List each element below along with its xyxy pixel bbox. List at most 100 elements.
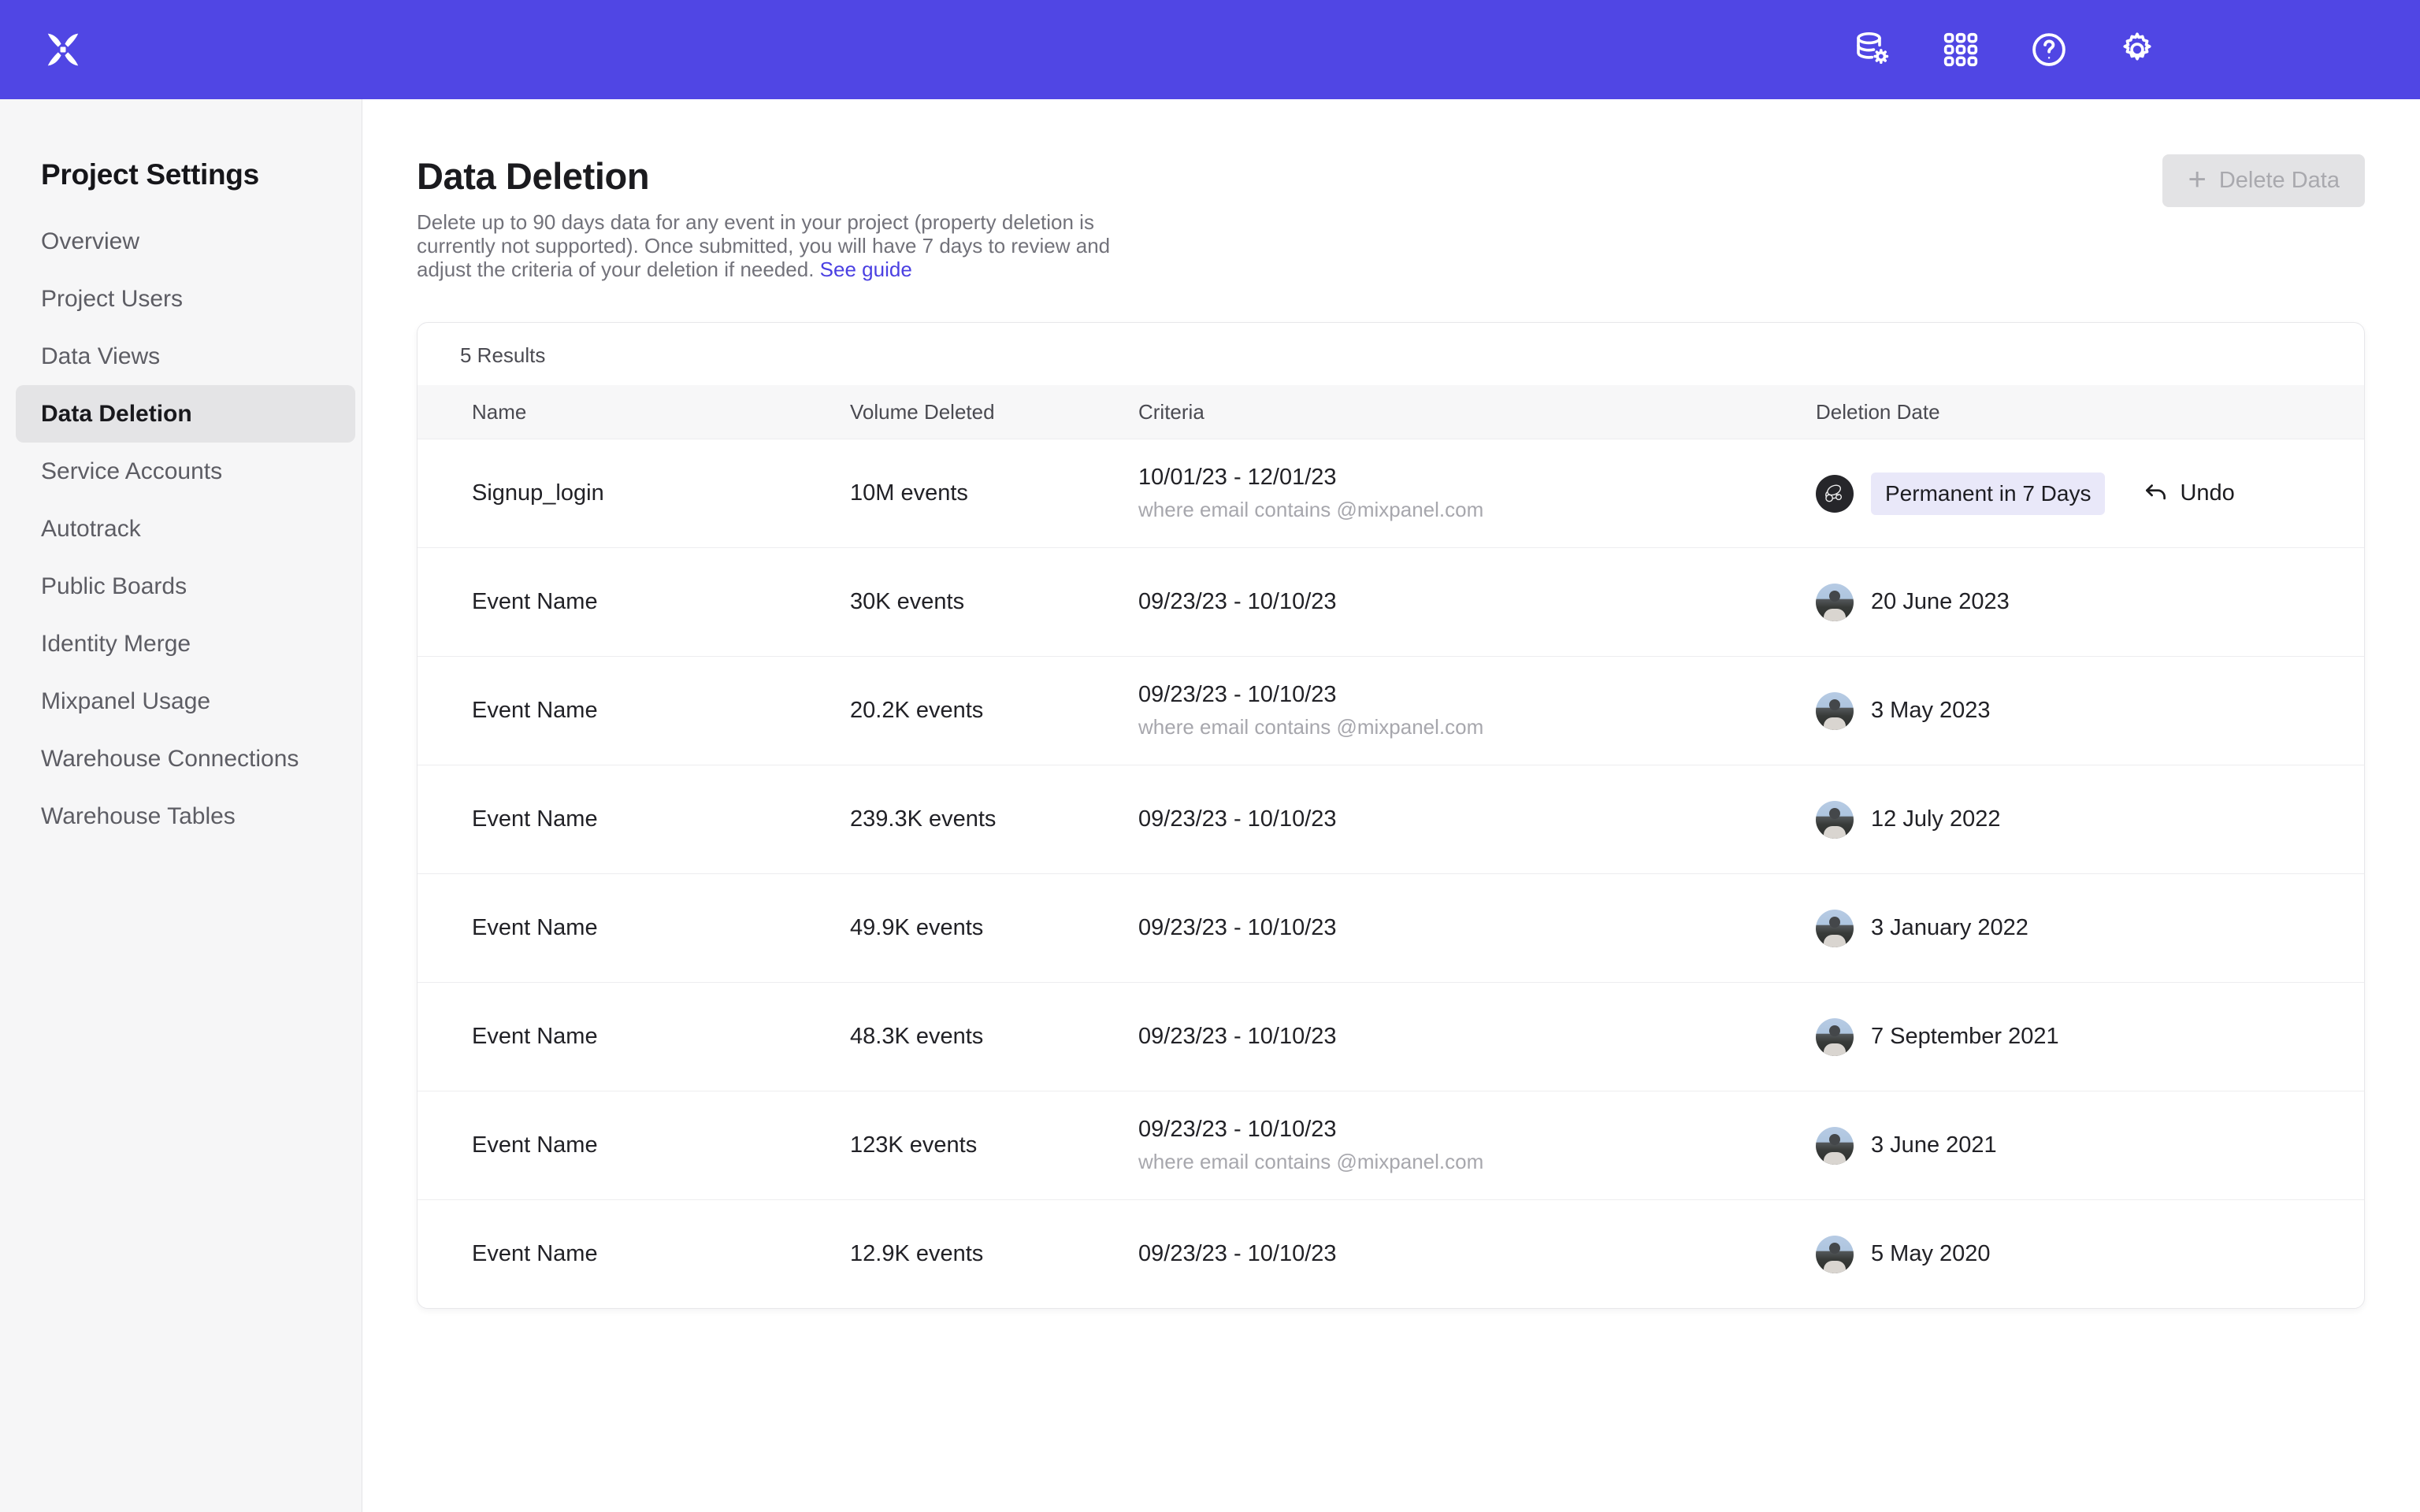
column-header-volume-deleted: Volume Deleted [850,400,1138,424]
sidebar-item-label: Service Accounts [41,458,222,485]
sidebar: Project Settings Overview Project Users … [0,99,362,1512]
page-title: Data Deletion [417,154,2365,198]
delete-data-button[interactable]: + Delete Data [2162,154,2365,207]
row-name: Event Name [472,589,850,615]
row-criteria-filter: where email contains @mixpanel.com [1138,1150,1816,1174]
column-header-name: Name [472,400,850,424]
row-deletion-date-cell: 3 January 2022 [1816,910,2364,947]
row-criteria-range: 09/23/23 - 10/10/23 [1138,915,1816,941]
row-name: Event Name [472,1241,850,1267]
results-count: 5 Results [418,323,2364,385]
description-line: Delete up to 90 days data for any event … [417,210,2365,234]
row-volume-deleted: 49.9K events [850,915,1138,941]
sidebar-item-label: Identity Merge [41,631,191,658]
row-name: Event Name [472,1024,850,1050]
sidebar-nav: Overview Project Users Data Views Data D… [0,213,362,845]
sidebar-item-data-views[interactable]: Data Views [16,328,355,385]
table-row: Event Name 48.3K events 09/23/23 - 10/10… [418,982,2364,1091]
row-criteria: 10/01/23 - 12/01/23 where email contains… [1138,465,1816,522]
sidebar-item-public-boards[interactable]: Public Boards [16,558,355,615]
row-criteria-range: 09/23/23 - 10/10/23 [1138,1024,1816,1050]
table-header-row: Name Volume Deleted Criteria Deletion Da… [418,385,2364,439]
sidebar-title: Project Settings [41,158,362,191]
help-icon[interactable] [2026,27,2072,72]
row-criteria: 09/23/23 - 10/10/23 [1138,806,1816,832]
row-volume-deleted: 30K events [850,589,1138,615]
apps-grid-icon[interactable] [1938,27,1984,72]
row-criteria-range: 09/23/23 - 10/10/23 [1138,589,1816,615]
deletion-table-card: 5 Results Name Volume Deleted Criteria D… [417,322,2365,1309]
doodle-avatar-art [1817,476,1852,511]
plus-icon: + [2188,164,2206,195]
sidebar-item-autotrack[interactable]: Autotrack [16,500,355,558]
row-deletion-date-cell: 7 September 2021 [1816,1018,2364,1056]
settings-icon[interactable] [2114,27,2160,72]
description-line: currently not supported). Once submitted… [417,234,2365,258]
user-avatar [1816,801,1854,839]
deletion-date-text: 3 January 2022 [1871,915,2028,941]
user-avatar [1816,692,1854,730]
data-management-icon[interactable] [1850,27,1895,72]
table-body: Signup_login 10M events 10/01/23 - 12/01… [418,439,2364,1308]
row-volume-deleted: 20.2K events [850,698,1138,724]
row-criteria-range: 10/01/23 - 12/01/23 [1138,465,1816,491]
table-row: Event Name 30K events 09/23/23 - 10/10/2… [418,547,2364,656]
row-criteria: 09/23/23 - 10/10/23 [1138,1241,1816,1267]
deletion-date-text: 7 September 2021 [1871,1024,2059,1050]
row-name: Event Name [472,806,850,832]
deletion-date-text: 5 May 2020 [1871,1241,1991,1267]
sidebar-item-label: Project Users [41,286,183,313]
row-name: Event Name [472,698,850,724]
sidebar-item-service-accounts[interactable]: Service Accounts [16,443,355,500]
sidebar-item-identity-merge[interactable]: Identity Merge [16,615,355,673]
sidebar-item-project-users[interactable]: Project Users [16,270,355,328]
column-header-criteria: Criteria [1138,400,1816,424]
row-volume-deleted: 239.3K events [850,806,1138,832]
row-name: Signup_login [472,480,850,506]
sidebar-item-overview[interactable]: Overview [16,213,355,270]
undo-icon [2143,480,2169,507]
row-name: Event Name [472,1132,850,1158]
undo-button[interactable]: Undo [2143,480,2234,507]
user-avatar [1816,910,1854,947]
mixpanel-logo[interactable] [44,31,82,69]
sidebar-item-warehouse-connections[interactable]: Warehouse Connections [16,730,355,788]
see-guide-link[interactable]: See guide [820,258,912,281]
row-criteria: 09/23/23 - 10/10/23 where email contains… [1138,1117,1816,1174]
row-criteria: 09/23/23 - 10/10/23 [1138,915,1816,941]
deletion-date-text: 3 June 2021 [1871,1132,1997,1158]
row-volume-deleted: 123K events [850,1132,1138,1158]
row-volume-deleted: 10M events [850,480,1138,506]
row-volume-deleted: 12.9K events [850,1241,1138,1267]
table-row: Event Name 239.3K events 09/23/23 - 10/1… [418,765,2364,873]
sidebar-item-data-deletion[interactable]: Data Deletion [16,385,355,443]
sidebar-item-warehouse-tables[interactable]: Warehouse Tables [16,788,355,845]
deletion-date-text: 12 July 2022 [1871,806,2000,832]
row-criteria-filter: where email contains @mixpanel.com [1138,498,1816,522]
row-criteria: 09/23/23 - 10/10/23 [1138,1024,1816,1050]
row-deletion-date-cell: Permanent in 7 Days Undo [1816,472,2364,515]
row-name: Event Name [472,915,850,941]
row-deletion-date-cell: 20 June 2023 [1816,584,2364,621]
main-content: Data Deletion Delete up to 90 days data … [362,99,2420,1512]
page-description: Delete up to 90 days data for any event … [417,210,2365,281]
row-volume-deleted: 48.3K events [850,1024,1138,1050]
column-header-deletion-date: Deletion Date [1816,400,2364,424]
user-avatar [1816,475,1854,513]
delete-data-button-label: Delete Data [2219,168,2340,194]
row-criteria: 09/23/23 - 10/10/23 where email contains… [1138,682,1816,739]
user-avatar [1816,1127,1854,1165]
sidebar-item-label: Data Deletion [41,401,192,428]
user-avatar [1816,584,1854,621]
sidebar-item-label: Data Views [41,343,160,370]
row-criteria-range: 09/23/23 - 10/10/23 [1138,1241,1816,1267]
table-row: Event Name 12.9K events 09/23/23 - 10/10… [418,1199,2364,1308]
row-deletion-date-cell: 5 May 2020 [1816,1236,2364,1273]
row-deletion-date-cell: 3 June 2021 [1816,1127,2364,1165]
row-criteria: 09/23/23 - 10/10/23 [1138,589,1816,615]
user-avatar [1816,1236,1854,1273]
row-criteria-range: 09/23/23 - 10/10/23 [1138,806,1816,832]
sidebar-item-label: Autotrack [41,516,141,543]
sidebar-item-mixpanel-usage[interactable]: Mixpanel Usage [16,673,355,730]
table-row: Event Name 123K events 09/23/23 - 10/10/… [418,1091,2364,1199]
